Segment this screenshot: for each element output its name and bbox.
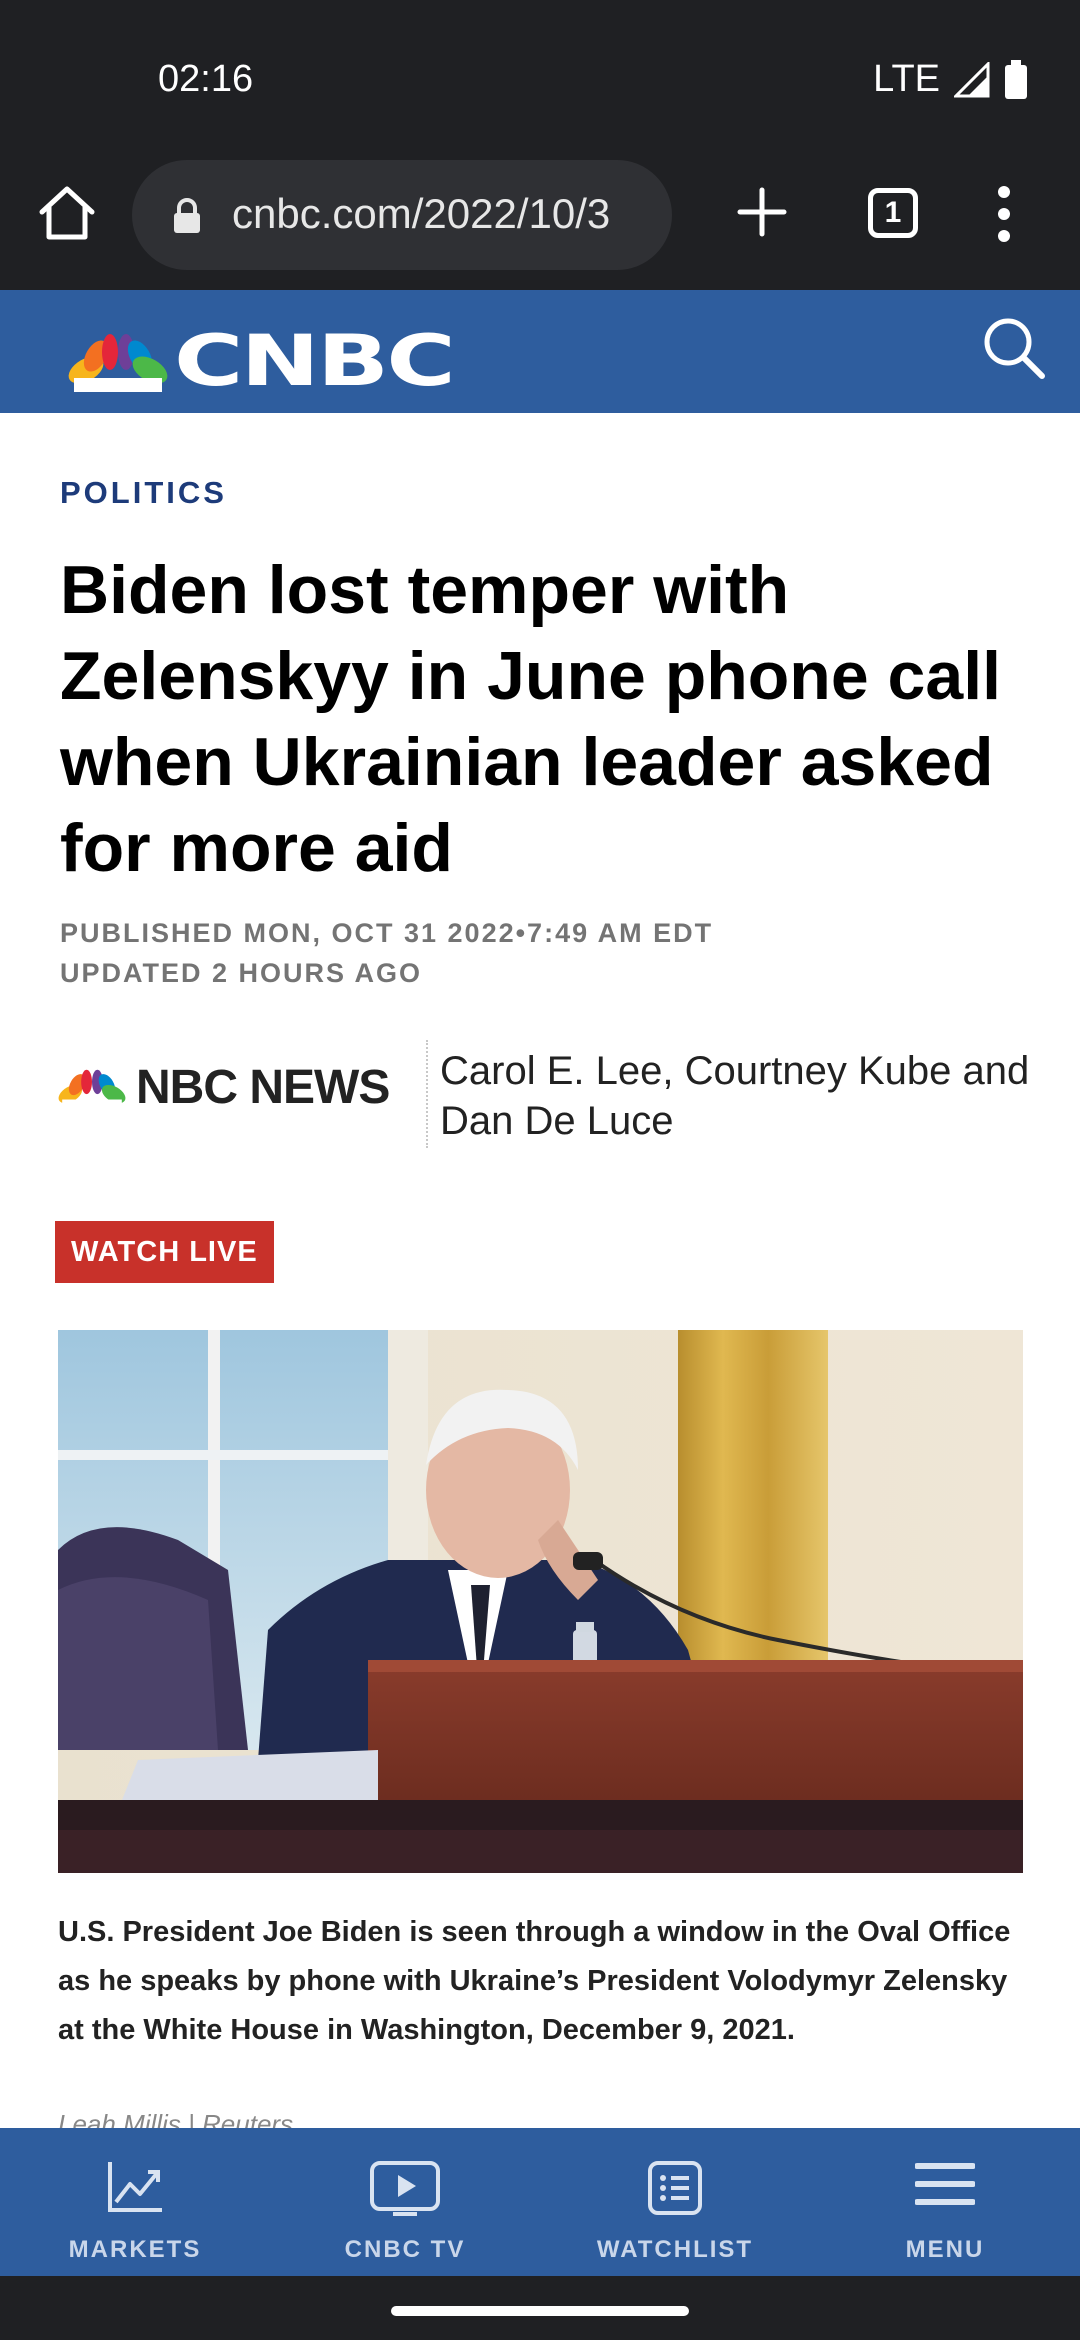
menu-icon — [915, 2163, 975, 2205]
updated-time: UPDATED 2 HOURS AGO — [60, 958, 423, 988]
nav-watchlist[interactable]: WATCHLIST — [540, 2128, 810, 2276]
status-icons: LTE — [873, 58, 1028, 101]
article-meta: PUBLISHED MON, OCT 31 2022•7:49 AM EDT U… — [60, 913, 713, 993]
gesture-handle[interactable] — [391, 2306, 689, 2316]
tab-switcher-button[interactable]: 1 — [868, 188, 918, 238]
nav-label: MARKETS — [68, 2236, 202, 2263]
brand-wordmark: CNBC — [174, 320, 456, 402]
nav-label: WATCHLIST — [596, 2236, 754, 2263]
nav-label: CNBC TV — [344, 2236, 466, 2263]
bottom-nav: MARKETS CNBC TV WATCHLIST MENU — [0, 2128, 1080, 2276]
nav-cnbc-tv[interactable]: CNBC TV — [270, 2128, 540, 2276]
browser-toolbar: cnbc.com/2022/10/3 1 — [0, 160, 1080, 290]
source-name: NBC NEWS — [136, 1061, 390, 1114]
authors[interactable]: Carol E. Lee, Courtney Kube and Dan De L… — [440, 1046, 1040, 1146]
play-icon — [370, 2161, 440, 2216]
system-gesture-area — [0, 2276, 1080, 2340]
headline: Biden lost temper with Zelenskyy in June… — [60, 552, 1001, 886]
lock-icon — [174, 198, 200, 233]
address-bar[interactable]: cnbc.com/2022/10/3 — [132, 160, 672, 270]
status-time: 02:16 — [158, 58, 254, 100]
cnbc-logo[interactable]: CNBC — [66, 320, 456, 402]
nav-menu[interactable]: MENU — [810, 2128, 1080, 2276]
nav-markets[interactable]: MARKETS — [0, 2128, 270, 2276]
more-options-icon[interactable] — [994, 184, 1014, 244]
list-icon — [648, 2161, 702, 2215]
byline: NBC NEWS Carol E. Lee, Courtney Kube and… — [56, 1038, 1036, 1148]
site-header: CNBC — [0, 290, 1080, 413]
watch-live-button[interactable]: WATCH LIVE — [55, 1221, 274, 1283]
battery-icon — [1005, 59, 1027, 99]
nbc-news-logo[interactable]: NBC NEWS — [56, 1060, 390, 1115]
url-text: cnbc.com/2022/10/3 — [232, 190, 611, 237]
network-type: LTE — [873, 58, 940, 100]
byline-divider — [426, 1040, 428, 1148]
search-icon[interactable] — [978, 312, 1050, 384]
photo-credit: Leah Millis | Reuters — [58, 2109, 294, 2128]
chart-icon — [108, 2162, 162, 2212]
peacock-icon — [58, 1069, 126, 1109]
home-icon[interactable] — [34, 180, 100, 246]
peacock-icon — [68, 334, 168, 392]
nav-label: MENU — [905, 2236, 985, 2263]
status-bar: 02:16 LTE — [0, 0, 1080, 160]
photo-caption: U.S. President Joe Biden is seen through… — [58, 1916, 1011, 2046]
signal-icon — [954, 61, 990, 97]
article-photo[interactable] — [58, 1330, 1023, 1873]
article: POLITICS Biden lost temper with Zelensky… — [0, 413, 1080, 2128]
published-date: PUBLISHED MON, OCT 31 2022•7:49 AM EDT — [60, 918, 714, 948]
section-kicker[interactable]: POLITICS — [60, 475, 227, 511]
new-tab-icon[interactable] — [732, 182, 792, 242]
